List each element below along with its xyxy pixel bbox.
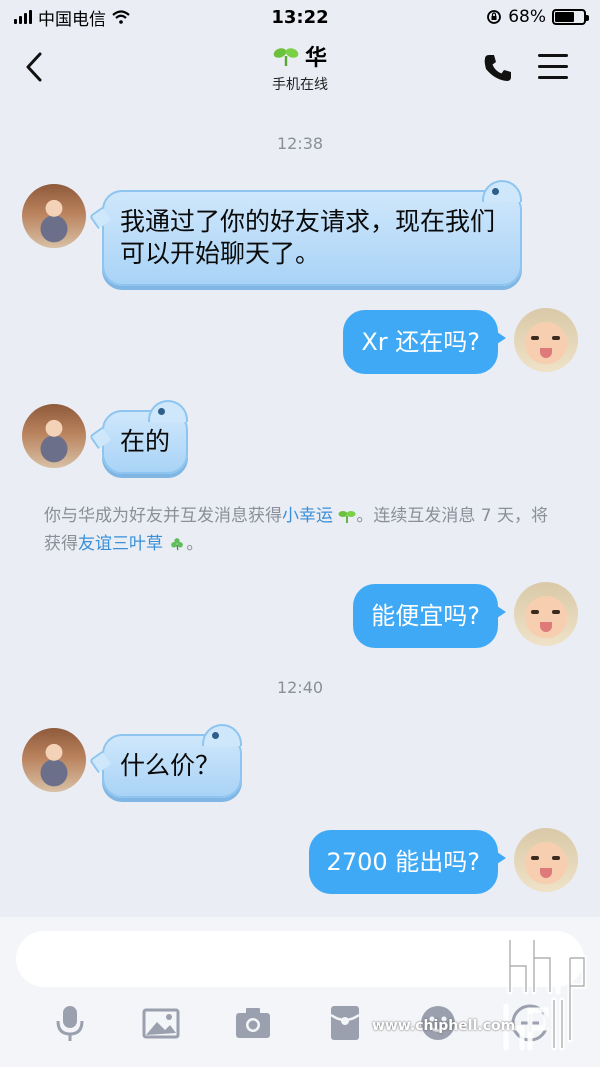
microphone-icon[interactable] (50, 1003, 90, 1043)
incoming-message-bubble[interactable]: 什么价？ (88, 724, 242, 798)
outgoing-message-bubble[interactable]: 能便宜吗? (353, 584, 506, 648)
menu-line (538, 65, 568, 68)
bubble-tail (494, 330, 506, 346)
outgoing-message-bubble[interactable]: Xr 还在吗? (343, 310, 506, 374)
image-icon[interactable] (141, 1003, 181, 1043)
chiphell-watermark-logo (503, 937, 587, 1051)
system-notice-text: 。 (186, 534, 204, 554)
clover-icon (171, 538, 184, 551)
clover-link[interactable]: 友谊三叶草 (78, 534, 163, 554)
outgoing-message-bubble[interactable]: 2700 能出吗? (308, 830, 506, 894)
avatar-eye (531, 856, 539, 860)
menu-button[interactable] (538, 54, 568, 80)
phone-call-button[interactable] (482, 52, 514, 84)
avatar-eye (552, 856, 560, 860)
bubble-horn-decoration (148, 400, 188, 422)
bubble-horn-decoration (482, 180, 522, 202)
avatar-eye (552, 610, 560, 614)
sprout-icon (273, 48, 299, 66)
signal-icon (14, 10, 32, 24)
message-text: 能便宜吗? (371, 602, 480, 630)
bubble-tail (494, 850, 506, 866)
battery-percent: 68% (508, 7, 546, 27)
camera-icon[interactable] (233, 1003, 273, 1043)
avatar-mouth (540, 868, 552, 878)
battery-level (555, 12, 575, 22)
status-left: 中国电信 (14, 5, 130, 30)
sprout-icon (338, 511, 356, 523)
avatar-eye (552, 336, 560, 340)
chat-header: 华 手机在线 (0, 34, 600, 102)
battery-icon (552, 9, 589, 25)
bubble-horn-decoration (202, 724, 242, 746)
contact-avatar[interactable] (22, 184, 86, 248)
contact-name: 华 (304, 46, 327, 71)
timestamp: 12:40 (276, 678, 324, 697)
system-notice: 你与华成为好友并互发消息获得小幸运 。连续互发消息 7 天，将获得友谊三叶草 。 (44, 502, 564, 558)
chat-history[interactable]: 12:38 我通过了你的好友请求，现在我们可以开始聊天了。 Xr 还在吗? 在的… (0, 102, 600, 917)
bubble-tail (494, 604, 506, 620)
contact-avatar[interactable] (22, 728, 86, 792)
contact-avatar[interactable] (22, 404, 86, 468)
menu-line (538, 54, 568, 57)
message-text: 在的 (120, 427, 171, 456)
menu-line (538, 76, 568, 79)
timestamp: 12:38 (276, 134, 324, 153)
wifi-icon (112, 10, 130, 24)
incoming-message-bubble[interactable]: 在的 (88, 400, 188, 474)
my-avatar[interactable] (514, 828, 578, 892)
lucky-link[interactable]: 小幸运 (282, 506, 333, 526)
contact-name-row: 华 (273, 40, 327, 72)
status-bar: 中国电信 13:22 68% (0, 0, 600, 34)
message-text: Xr 还在吗? (361, 328, 480, 356)
avatar-mouth (540, 348, 552, 358)
avatar-mouth (540, 622, 552, 632)
message-text: 什么价？ (120, 751, 221, 780)
incoming-message-bubble[interactable]: 我通过了你的好友请求，现在我们可以开始聊天了。 (88, 180, 522, 286)
red-packet-icon[interactable] (325, 1003, 365, 1043)
rotation-lock-icon (487, 10, 502, 24)
my-avatar[interactable] (514, 582, 578, 646)
message-text: 我通过了你的好友请求，现在我们可以开始聊天了。 (120, 207, 496, 268)
message-text: 2700 能出吗? (326, 848, 480, 876)
my-avatar[interactable] (514, 308, 578, 372)
carrier-label: 中国电信 (38, 9, 106, 30)
avatar-eye (531, 610, 539, 614)
status-right: 68% (486, 7, 589, 27)
bubble-tail (88, 750, 112, 774)
avatar-eye (531, 336, 539, 340)
bubble-tail (88, 426, 112, 450)
system-notice-text: 你与华成为好友并互发消息获得 (44, 506, 282, 526)
bubble-tail (88, 206, 112, 230)
watermark-text: www.chiphell.com (372, 1018, 516, 1034)
